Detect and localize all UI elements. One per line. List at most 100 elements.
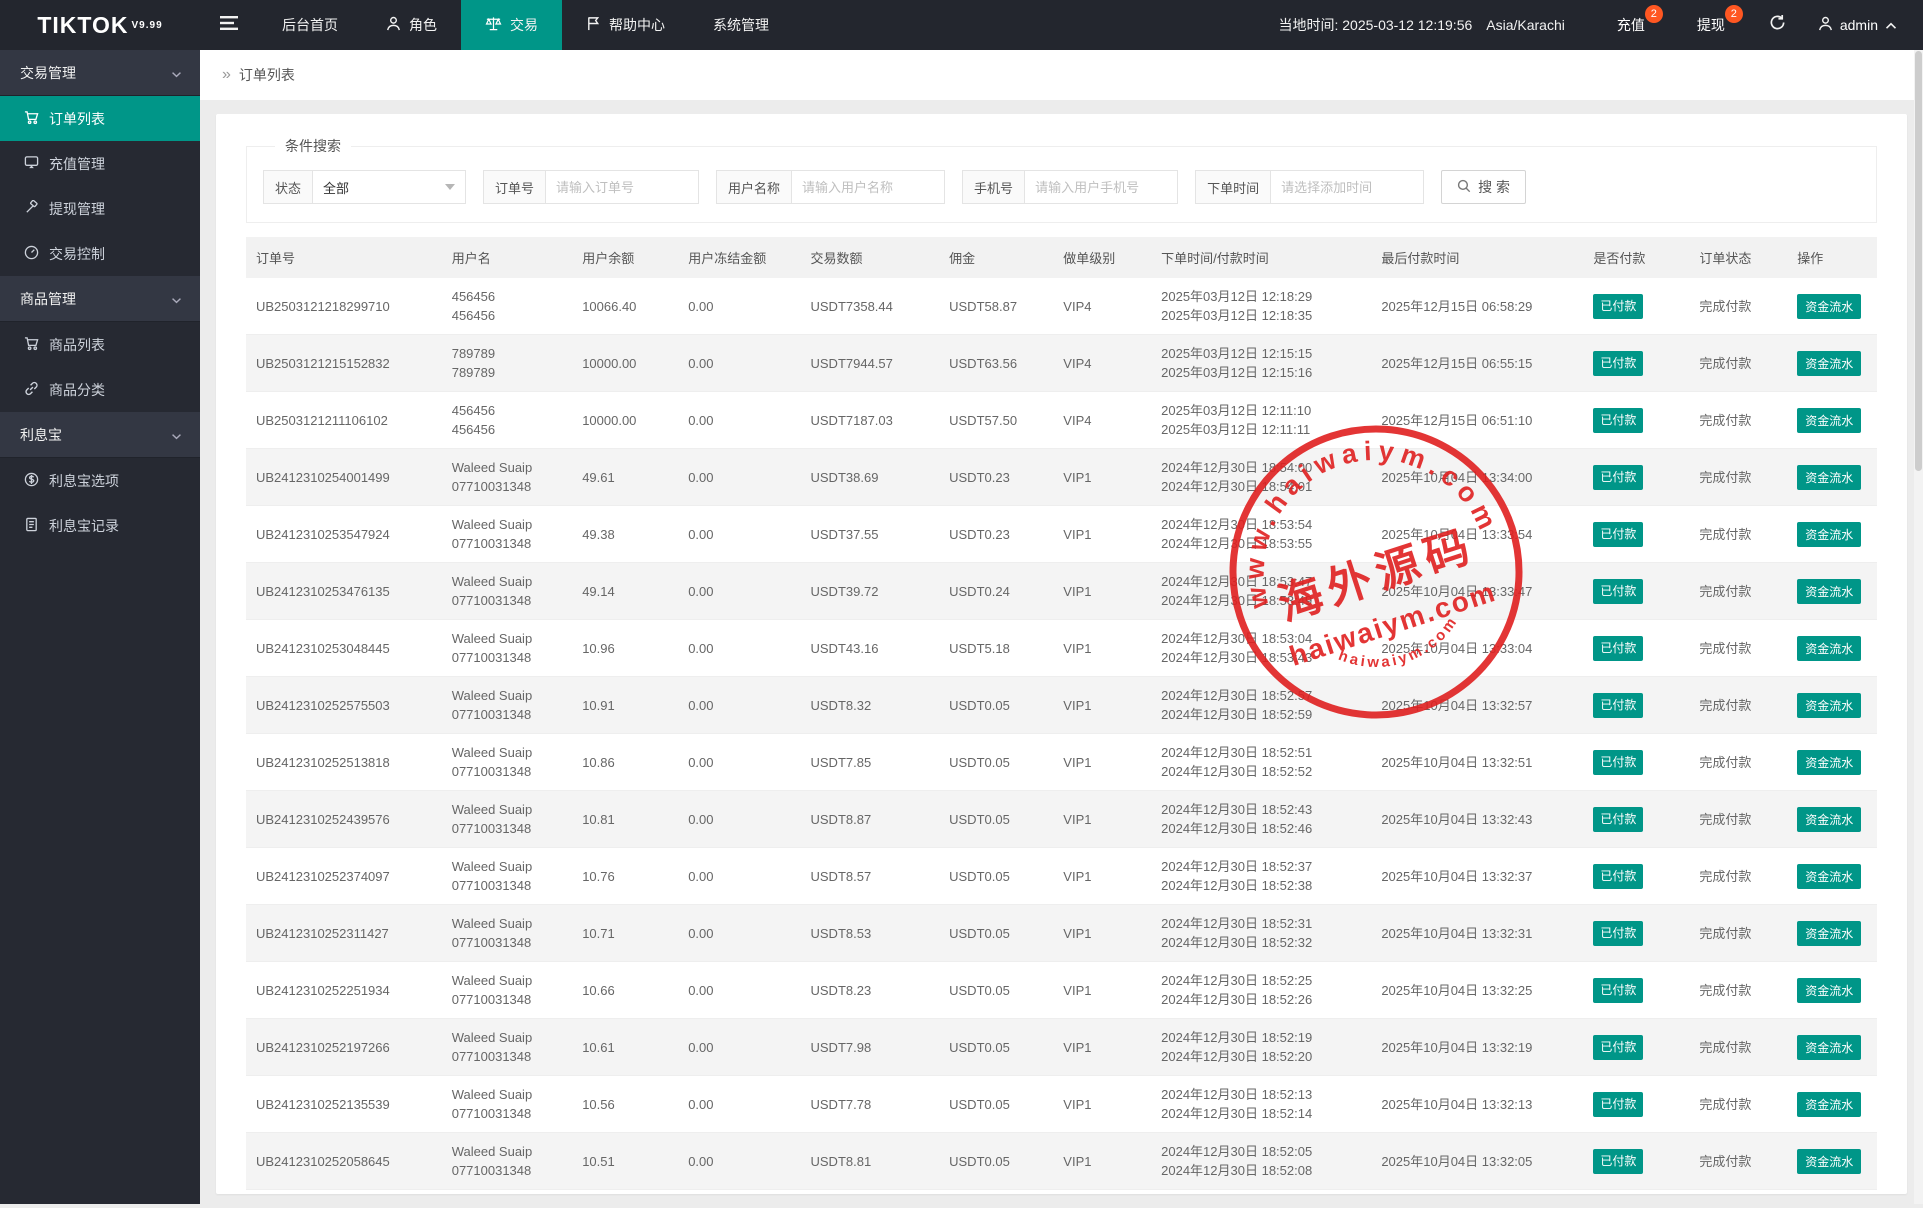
order-time-input[interactable] xyxy=(1271,171,1423,203)
phone-label: 手机号 xyxy=(963,171,1025,203)
fund-flow-button[interactable]: 资金流水 xyxy=(1797,693,1861,718)
fund-flow-button[interactable]: 资金流水 xyxy=(1797,408,1861,433)
order-level: VIP1 xyxy=(1053,1133,1151,1190)
trade-amount: USDT8.81 xyxy=(801,1133,940,1190)
user-name: Waleed Suaip07710031348 xyxy=(442,1133,572,1190)
sidebar-item-interest-records[interactable]: 利息宝记录 xyxy=(0,503,200,548)
sidebar-group-trade-management[interactable]: 交易管理 xyxy=(0,50,200,96)
fund-flow-button[interactable]: 资金流水 xyxy=(1797,579,1861,604)
paid-status-badge: 已付款 xyxy=(1593,1092,1643,1117)
paid-status-badge: 已付款 xyxy=(1593,750,1643,775)
order-no-input[interactable] xyxy=(546,171,698,203)
refresh-button[interactable] xyxy=(1751,0,1804,50)
sidebar-item-product-category[interactable]: 商品分类 xyxy=(0,367,200,412)
column-header: 订单号 xyxy=(246,237,442,278)
table-row: UB250312121515283278978978978910000.000.… xyxy=(246,335,1877,392)
fund-flow-button[interactable]: 资金流水 xyxy=(1797,522,1861,547)
fund-flow-button[interactable]: 资金流水 xyxy=(1797,636,1861,661)
fund-flow-button[interactable]: 资金流水 xyxy=(1797,294,1861,319)
order-time-pay-time: 2024年12月30日 18:53:472024年12月30日 18:53:49 xyxy=(1151,563,1371,620)
order-level: VIP1 xyxy=(1053,848,1151,905)
user-frozen-amount: 0.00 xyxy=(678,905,800,962)
user-name-input[interactable] xyxy=(792,171,944,203)
fund-flow-button[interactable]: 资金流水 xyxy=(1797,921,1861,946)
vertical-scrollbar[interactable] xyxy=(1914,50,1923,1204)
order-level: VIP1 xyxy=(1053,449,1151,506)
recharge-notice-button[interactable]: 充值 2 xyxy=(1591,0,1671,50)
sidebar-group-product-management[interactable]: 商品管理 xyxy=(0,276,200,322)
order-status: 完成付款 xyxy=(1689,734,1787,791)
trade-amount: USDT7187.03 xyxy=(801,392,940,449)
sidebar-item-recharge-management[interactable]: 充值管理 xyxy=(0,141,200,186)
user-menu[interactable]: admin xyxy=(1804,0,1923,50)
user-name: Waleed Suaip07710031348 xyxy=(442,962,572,1019)
nav-item-trade[interactable]: 交易 xyxy=(461,0,562,50)
sidebar-group-label: 商品管理 xyxy=(20,289,76,309)
sidebar-group-label: 交易管理 xyxy=(20,63,76,83)
trade-amount: USDT7.98 xyxy=(801,1019,940,1076)
timezone-text: Asia/Karachi xyxy=(1486,17,1565,33)
commission: USDT58.87 xyxy=(939,278,1053,335)
user-name: 456456456456 xyxy=(442,278,572,335)
order-status: 完成付款 xyxy=(1689,677,1787,734)
sidebar-group-interest-treasure[interactable]: 利息宝 xyxy=(0,412,200,458)
phone-input[interactable] xyxy=(1025,171,1177,203)
paid-status-badge: 已付款 xyxy=(1593,636,1643,661)
sidebar-item-order-list[interactable]: 订单列表 xyxy=(0,96,200,141)
commission: USDT0.05 xyxy=(939,1019,1053,1076)
fund-flow-button[interactable]: 资金流水 xyxy=(1797,978,1861,1003)
user-name: Waleed Suaip07710031348 xyxy=(442,848,572,905)
search-button[interactable]: 搜 索 xyxy=(1441,170,1526,204)
fund-flow-button[interactable]: 资金流水 xyxy=(1797,351,1861,376)
logo-version: V9.99 xyxy=(132,20,163,31)
order-time-pay-time: 2024年12月30日 18:52:572024年12月30日 18:52:59 xyxy=(1151,677,1371,734)
nav-item-help-center[interactable]: 帮助中心 xyxy=(562,0,689,50)
order-id: UB2503121211106102 xyxy=(246,392,442,449)
sidebar-item-product-list[interactable]: 商品列表 xyxy=(0,322,200,367)
sidebar-item-interest-options[interactable]: 利息宝选项 xyxy=(0,458,200,503)
order-status: 完成付款 xyxy=(1689,1019,1787,1076)
nav-item-dashboard[interactable]: 后台首页 xyxy=(258,0,362,50)
sidebar-item-withdraw-management[interactable]: 提现管理 xyxy=(0,186,200,231)
fund-flow-button[interactable]: 资金流水 xyxy=(1797,1092,1861,1117)
column-header: 是否付款 xyxy=(1583,237,1689,278)
user-name: Waleed Suaip07710031348 xyxy=(442,791,572,848)
chevron-down-icon xyxy=(171,291,182,307)
trade-amount: USDT7358.44 xyxy=(801,278,940,335)
fund-flow-button[interactable]: 资金流水 xyxy=(1797,750,1861,775)
withdraw-label: 提现 xyxy=(1697,15,1725,35)
commission: USDT0.05 xyxy=(939,905,1053,962)
withdraw-notice-button[interactable]: 提现 2 xyxy=(1671,0,1751,50)
trade-amount: USDT7944.57 xyxy=(801,335,940,392)
sidebar-item-trade-control[interactable]: 交易控制 xyxy=(0,231,200,276)
commission: USDT0.24 xyxy=(939,563,1053,620)
order-time-pay-time: 2024年12月30日 18:52:052024年12月30日 18:52:08 xyxy=(1151,1133,1371,1190)
order-id: UB2412310252251934 xyxy=(246,962,442,1019)
sidebar-toggle-button[interactable] xyxy=(200,0,258,50)
user-balance: 10.91 xyxy=(572,677,678,734)
user-balance: 49.61 xyxy=(572,449,678,506)
page-title: 订单列表 xyxy=(239,65,295,85)
user-balance: 10.51 xyxy=(572,1133,678,1190)
status-select[interactable]: 全部 xyxy=(313,171,465,203)
order-level: VIP1 xyxy=(1053,1019,1151,1076)
order-status: 完成付款 xyxy=(1689,791,1787,848)
status-filter-group: 状态 全部 xyxy=(263,170,466,204)
fund-flow-button[interactable]: 资金流水 xyxy=(1797,1035,1861,1060)
nav-item-system[interactable]: 系统管理 xyxy=(689,0,793,50)
user-balance: 10000.00 xyxy=(572,392,678,449)
scrollbar-thumb[interactable] xyxy=(1915,51,1922,471)
order-status: 完成付款 xyxy=(1689,962,1787,1019)
fund-flow-button[interactable]: 资金流水 xyxy=(1797,1149,1861,1174)
commission: USDT0.23 xyxy=(939,449,1053,506)
nav-item-roles[interactable]: 角色 xyxy=(362,0,461,50)
fund-flow-button[interactable]: 资金流水 xyxy=(1797,807,1861,832)
order-list-card: 条件搜索 状态 全部 订单号 用户名称 xyxy=(216,114,1907,1194)
order-status: 完成付款 xyxy=(1689,278,1787,335)
caret-up-icon xyxy=(1885,17,1897,33)
fund-flow-button[interactable]: 资金流水 xyxy=(1797,864,1861,889)
user-name: Waleed Suaip07710031348 xyxy=(442,905,572,962)
user-balance: 10.66 xyxy=(572,962,678,1019)
order-status: 完成付款 xyxy=(1689,335,1787,392)
fund-flow-button[interactable]: 资金流水 xyxy=(1797,465,1861,490)
